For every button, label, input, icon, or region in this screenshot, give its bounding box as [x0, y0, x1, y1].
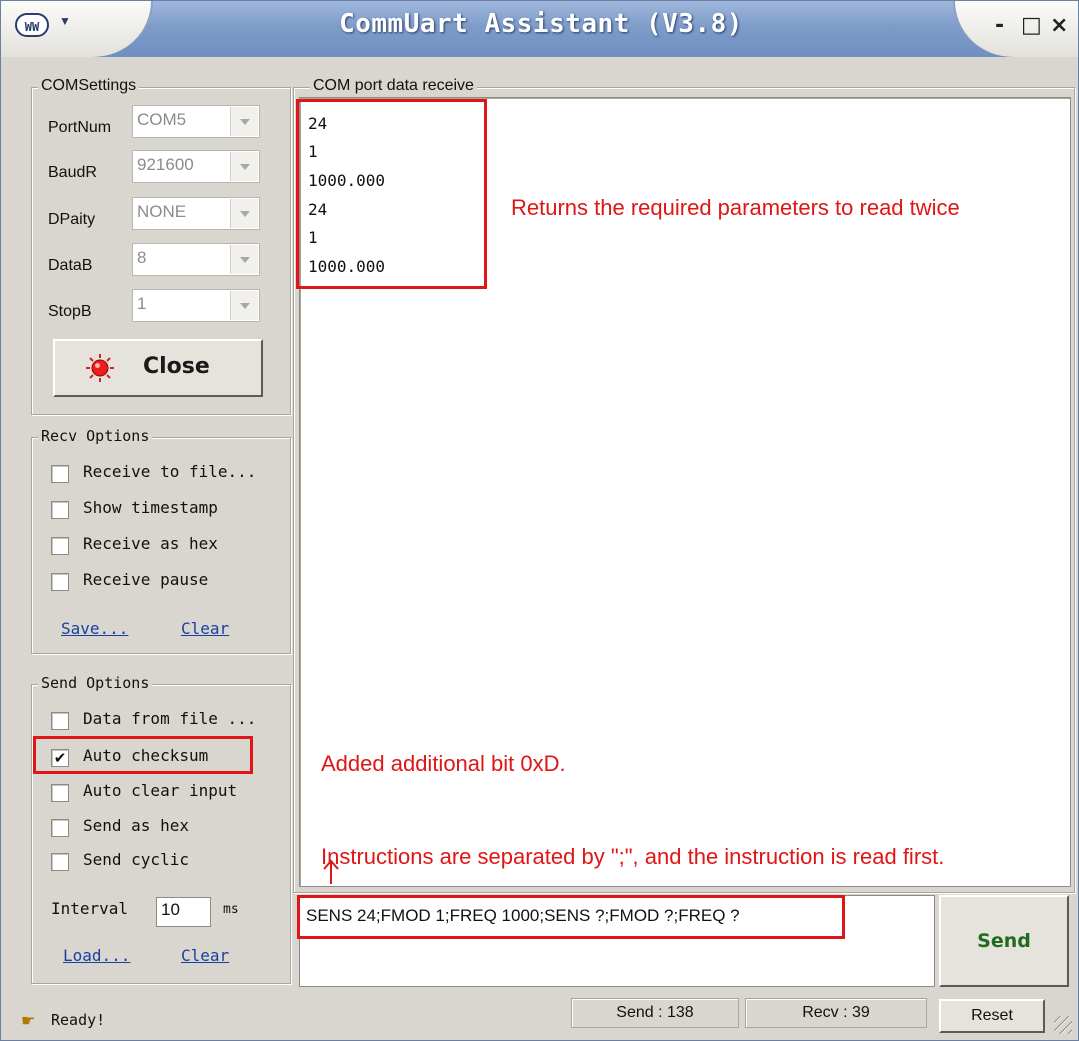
chevron-down-icon[interactable]: [230, 107, 258, 136]
auto-clear-input-label: Auto clear input: [83, 781, 238, 800]
interval-unit: ms: [223, 902, 239, 917]
close-port-button[interactable]: Close: [53, 339, 263, 397]
load-link[interactable]: Load...: [63, 946, 130, 965]
com-settings-title: COMSettings: [38, 77, 140, 95]
auto-checksum-highlight: [33, 736, 253, 774]
receive-as-hex-label: Receive as hex: [83, 534, 218, 553]
port-status-led-icon: [86, 354, 114, 382]
received-data-highlight: [296, 99, 487, 289]
close-button-label: Close: [143, 354, 210, 379]
title-bar-right-cap: - □ ×: [953, 1, 1078, 57]
baudrate-select[interactable]: 921600: [132, 150, 260, 183]
chevron-down-icon[interactable]: [230, 152, 258, 181]
system-menu-icon[interactable]: WW: [15, 13, 49, 37]
stopbits-value: 1: [137, 294, 147, 313]
parity-select[interactable]: NONE: [132, 197, 260, 230]
checkbox-box[interactable]: [51, 784, 69, 802]
interval-input[interactable]: 10: [156, 897, 211, 927]
parity-value: NONE: [137, 202, 187, 221]
recv-options-title: Recv Options: [38, 427, 153, 445]
checkbox-box[interactable]: [51, 501, 69, 519]
chevron-down-icon[interactable]: [230, 245, 258, 274]
baudrate-value: 921600: [137, 155, 194, 174]
checksum-annotation: Added additional bit 0xD.: [321, 751, 566, 776]
baudrate-label: BaudR: [48, 164, 97, 181]
send-cyclic-label: Send cyclic: [83, 850, 189, 869]
save-link[interactable]: Save...: [61, 619, 128, 638]
portnum-value: COM5: [137, 110, 187, 129]
portnum-label: PortNum: [48, 119, 112, 136]
checkbox-box[interactable]: [51, 712, 69, 730]
checkbox-box[interactable]: [51, 853, 69, 871]
window-title: CommUart Assistant (V3.8): [339, 9, 743, 39]
interval-label: Interval: [51, 899, 129, 918]
show-timestamp-label: Show timestamp: [83, 498, 218, 517]
send-as-hex-label: Send as hex: [83, 816, 189, 835]
reset-button[interactable]: Reset: [939, 999, 1045, 1033]
clear-send-link[interactable]: Clear: [181, 946, 229, 965]
recv-annotation: Returns the required parameters to read …: [511, 195, 960, 220]
receive-to-file-label: Receive to file...: [83, 462, 257, 481]
arrow-up-icon: [323, 859, 339, 884]
chevron-down-icon[interactable]: [230, 291, 258, 320]
receive-pause-label: Receive pause: [83, 570, 209, 589]
clear-receive-link[interactable]: Clear: [181, 619, 229, 638]
checkbox-box[interactable]: [51, 819, 69, 837]
receive-panel-title: COM port data receive: [310, 77, 477, 95]
databits-label: DataB: [48, 257, 93, 274]
data-from-file-label: Data from file ...: [83, 709, 257, 728]
portnum-select[interactable]: COM5: [132, 105, 260, 138]
send-count: Send : 138: [571, 998, 739, 1028]
send-options-title: Send Options: [38, 674, 153, 692]
chevron-down-icon[interactable]: ▼: [59, 14, 71, 28]
title-bar[interactable]: WW ▼ CommUart Assistant (V3.8) - □ ×: [1, 1, 1078, 57]
checkbox-box[interactable]: [51, 537, 69, 555]
parity-label: DPaity: [48, 211, 96, 228]
databits-value: 8: [137, 248, 147, 267]
instruction-annotation: Instructions are separated by ";", and t…: [321, 844, 945, 869]
chevron-down-icon[interactable]: [230, 199, 258, 228]
recv-count: Recv : 39: [745, 998, 927, 1028]
status-text: Ready!: [51, 1011, 106, 1029]
stopbits-label: StopB: [48, 303, 92, 320]
close-window-button[interactable]: ×: [1050, 13, 1068, 38]
databits-select[interactable]: 8: [132, 243, 260, 276]
stopbits-select[interactable]: 1: [132, 289, 260, 322]
resize-grip-icon[interactable]: [1054, 1016, 1072, 1034]
title-bar-left-cap: WW ▼: [1, 1, 153, 57]
minimize-button[interactable]: -: [995, 13, 1004, 38]
checkbox-box[interactable]: [51, 465, 69, 483]
maximize-button[interactable]: □: [1021, 13, 1042, 38]
hand-pointer-icon: ☛: [21, 1013, 36, 1030]
app-window: WW ▼ CommUart Assistant (V3.8) - □ × COM…: [0, 0, 1079, 1041]
checkbox-box[interactable]: [51, 573, 69, 591]
send-input-highlight: [297, 895, 845, 939]
send-button[interactable]: Send: [939, 895, 1069, 987]
